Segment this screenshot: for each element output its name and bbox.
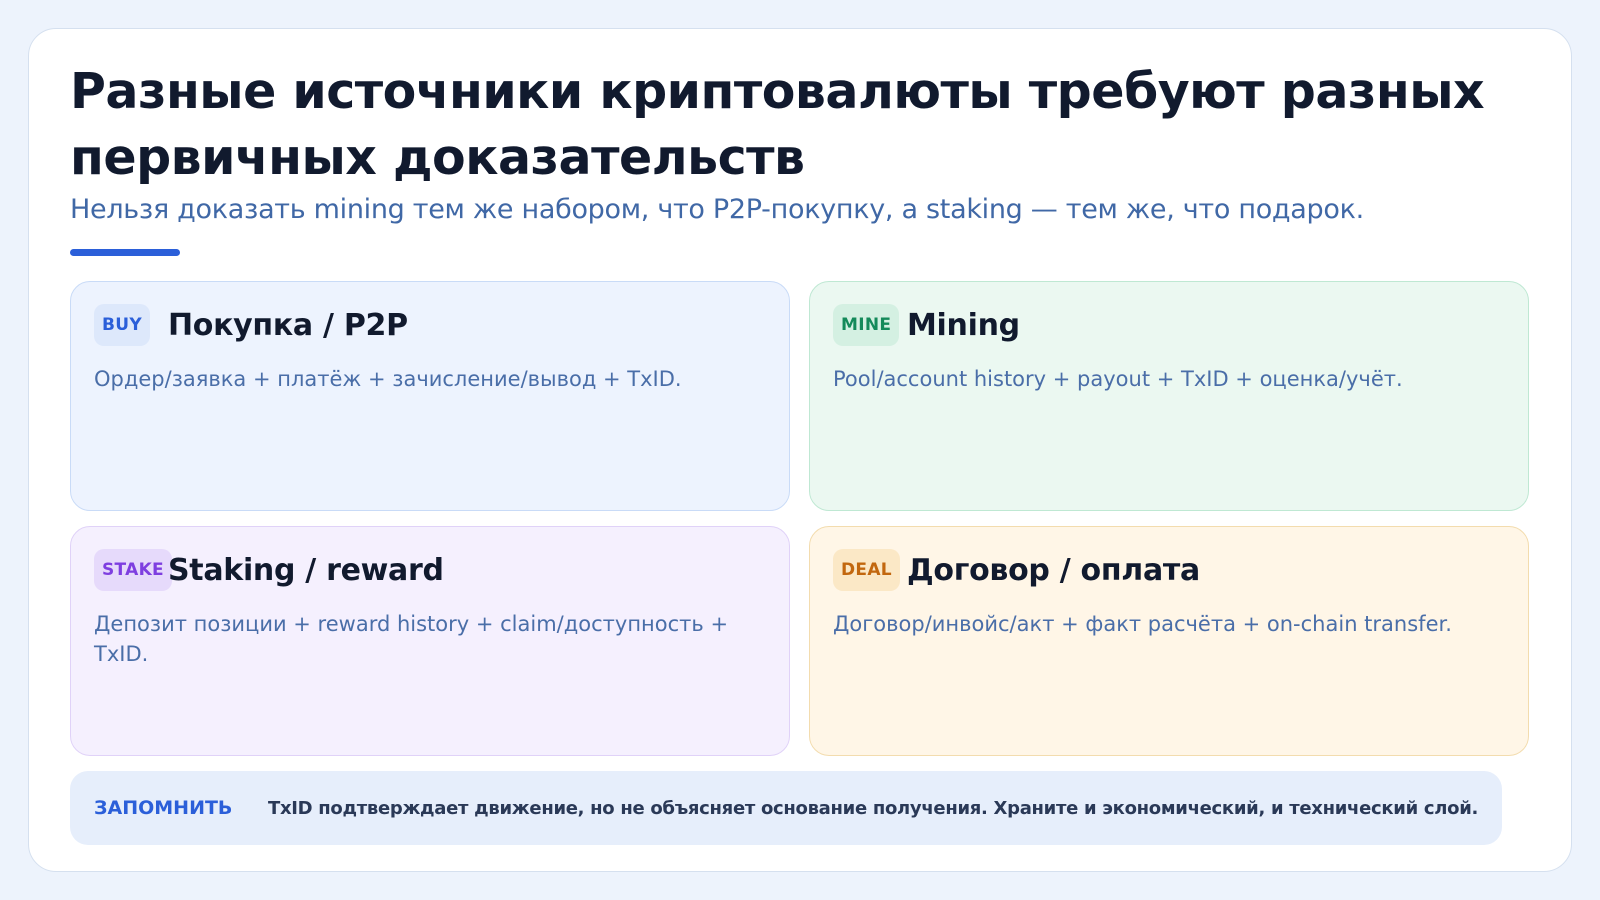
card-text-deal: Договор/инвойс/акт + факт расчёта + on-c…	[833, 612, 1452, 636]
remember-text: TxID подтверждает движение, но не объясн…	[268, 797, 1479, 819]
card-badge-deal: DEAL	[833, 549, 900, 591]
card-title-deal: Договор / оплата	[907, 552, 1200, 588]
card-badge-buy: BUY	[94, 304, 150, 346]
remember-callout: ЗАПОМНИТЬ TxID подтверждает движение, но…	[70, 771, 1502, 845]
card-mine: MINE Mining Pool/account history + payou…	[809, 281, 1529, 511]
card-buy: BUY Покупка / P2P Ордер/заявка + платёж …	[70, 281, 790, 511]
remember-label: ЗАПОМНИТЬ	[94, 797, 233, 819]
card-badge-stake: STAKE	[94, 549, 172, 591]
card-stake: STAKE Staking / reward Депозит позиции +…	[70, 526, 790, 756]
card-title-stake: Staking / reward	[168, 552, 444, 588]
card-deal: DEAL Договор / оплата Договор/инвойс/акт…	[809, 526, 1529, 756]
page-title: Разные источники криптовалюты требуют ра…	[70, 63, 1485, 186]
card-badge-mine: MINE	[833, 304, 900, 346]
slide-card: Разные источники криптовалюты требуют ра…	[28, 28, 1572, 872]
card-title-buy: Покупка / P2P	[168, 307, 408, 343]
card-title-mine: Mining	[907, 307, 1020, 343]
card-text-mine: Pool/account history + payout + TxID + о…	[833, 367, 1403, 391]
card-text-stake: Депозит позиции + reward history + claim…	[94, 612, 729, 666]
page-subtitle: Нельзя доказать mining тем же набором, ч…	[70, 194, 1364, 225]
card-text-buy: Ордер/заявка + платёж + зачисление/вывод…	[94, 367, 682, 391]
accent-divider	[70, 249, 180, 256]
